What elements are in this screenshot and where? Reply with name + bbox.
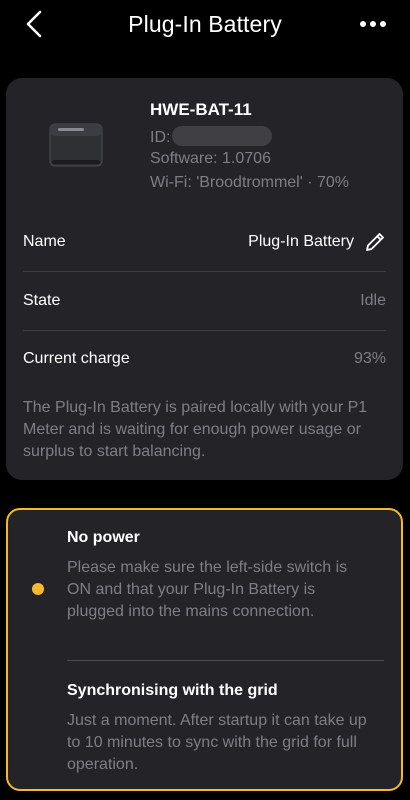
warning-status-dot	[32, 583, 44, 595]
battery-device-image	[48, 122, 104, 168]
charge-row: Current charge 93%	[23, 332, 386, 382]
charge-value: 93%	[353, 350, 386, 367]
charge-label: Current charge	[23, 350, 130, 367]
status-title: Synchronising with the grid	[67, 682, 278, 699]
divider	[67, 660, 384, 661]
pairing-description: The Plug-In Battery is paired locally wi…	[23, 399, 368, 460]
status-text: Please make sure the left-side switch is…	[67, 559, 348, 620]
status-card: No power Please make sure the left-side …	[6, 508, 403, 791]
name-row[interactable]: Name Plug-In Battery	[23, 214, 386, 272]
battery-detail-page: Plug-In Battery HWE-BAT-11 ID: Software:…	[0, 0, 410, 800]
name-value: Plug-In Battery	[248, 233, 354, 250]
pencil-icon[interactable]	[364, 231, 386, 253]
more-horizontal-icon	[360, 21, 386, 27]
device-software: Software: 1.0706	[150, 150, 271, 167]
device-id-label: ID:	[150, 129, 171, 146]
status-title: No power	[67, 529, 140, 546]
redacted-id	[172, 126, 273, 146]
header: Plug-In Battery	[0, 0, 410, 50]
device-id: ID:	[150, 126, 273, 147]
more-options-button[interactable]	[358, 14, 388, 34]
device-card: HWE-BAT-11 ID: Software: 1.0706 Wi-Fi: '…	[6, 78, 403, 480]
state-value: Idle	[360, 292, 386, 309]
state-label: State	[23, 292, 61, 309]
state-row: State Idle	[23, 273, 386, 331]
device-name: HWE-BAT-11	[150, 100, 252, 119]
page-title: Plug-In Battery	[128, 11, 282, 37]
device-wifi: Wi-Fi: 'Broodtrommel' · 70%	[150, 174, 350, 191]
status-text: Just a moment. After startup it can take…	[67, 712, 367, 773]
name-label: Name	[23, 233, 66, 250]
